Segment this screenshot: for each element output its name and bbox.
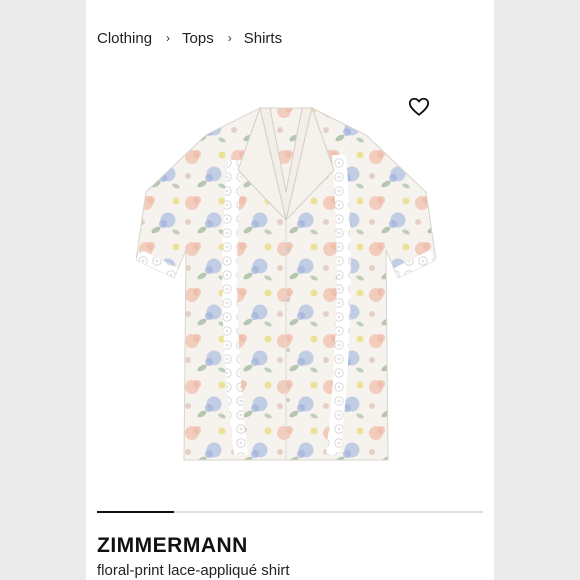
product-description: floral-print lace-appliqué shirt: [97, 562, 290, 579]
breadcrumb-tops[interactable]: Tops: [182, 30, 214, 47]
breadcrumb: Clothing › Tops › Shirts: [97, 28, 282, 48]
image-gallery-progress: [97, 511, 483, 513]
breadcrumb-clothing[interactable]: Clothing: [97, 30, 152, 47]
brand-name[interactable]: ZIMMERMANN: [97, 534, 248, 558]
progress-fill: [97, 511, 175, 513]
chevron-right-icon: ›: [166, 31, 171, 45]
product-card: Clothing › Tops › Shirts ZIMMERMANN flor…: [86, 0, 494, 580]
product-image[interactable]: [136, 100, 436, 470]
chevron-right-icon: ›: [227, 31, 232, 45]
breadcrumb-shirts[interactable]: Shirts: [244, 30, 282, 47]
